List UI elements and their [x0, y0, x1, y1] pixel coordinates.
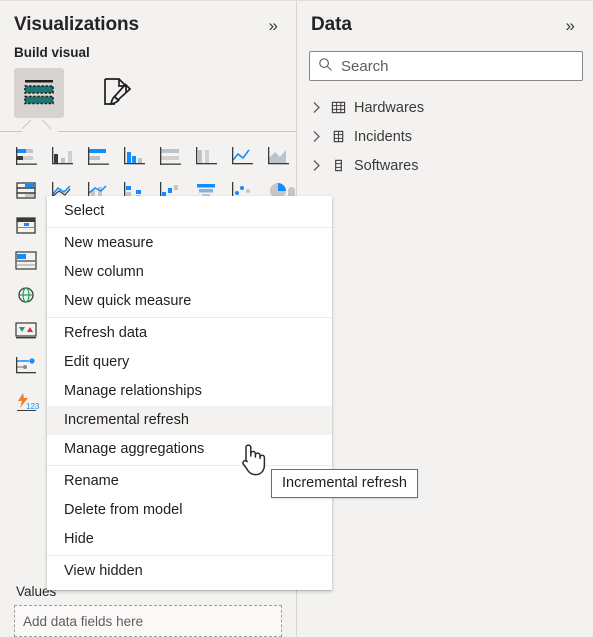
table-icon: [330, 100, 347, 115]
format-visual-tab[interactable]: [92, 68, 142, 118]
line-chart-icon[interactable]: [226, 140, 260, 172]
data-tables-tree: Hardwares Incidents Softwares: [297, 93, 593, 180]
menu-item-incremental-refresh[interactable]: Incremental refresh: [47, 406, 332, 435]
tree-item-label: Incidents: [354, 128, 413, 145]
chevron-right-icon[interactable]: [309, 159, 323, 172]
hundred-percent-stacked-column-chart-icon[interactable]: [190, 140, 224, 172]
menu-item-hide[interactable]: Hide: [47, 525, 332, 554]
decomposition-icon[interactable]: [10, 350, 44, 382]
hundred-percent-stacked-bar-chart-icon[interactable]: [154, 140, 188, 172]
build-visual-tab[interactable]: [14, 68, 64, 118]
clustered-bar-chart-icon[interactable]: [82, 140, 116, 172]
visual-mode-tabs: [0, 60, 296, 118]
menu-item-new-quick-measure[interactable]: New quick measure: [47, 287, 332, 316]
globe-map-icon[interactable]: [10, 280, 44, 312]
clustered-column-chart-icon[interactable]: [118, 140, 152, 172]
stacked-column-chart-icon[interactable]: [46, 140, 80, 172]
visual-type-row: [4, 138, 296, 173]
data-pane-title: Data: [311, 14, 352, 35]
menu-separator: [47, 465, 332, 466]
window-top-rule: [0, 0, 593, 1]
tree-item-softwares[interactable]: Softwares: [297, 151, 593, 180]
tree-item-label: Softwares: [354, 157, 419, 174]
dax-measure-icon[interactable]: 123: [10, 385, 44, 417]
page-title: Visualizations: [14, 14, 139, 35]
chevron-right-icon[interactable]: [309, 130, 323, 143]
menu-item-select[interactable]: Select: [47, 197, 332, 226]
menu-separator: [47, 227, 332, 228]
area-chart-icon[interactable]: [262, 140, 296, 172]
card-visual-icon[interactable]: [10, 245, 44, 277]
table-icon: [330, 129, 347, 144]
table-context-menu: Select New measure New column New quick mea…: [47, 196, 332, 590]
search-input[interactable]: Search: [309, 51, 583, 81]
stacked-bar-chart-icon[interactable]: [10, 140, 44, 172]
build-visual-label: Build visual: [14, 45, 90, 60]
svg-text:123: 123: [26, 402, 40, 411]
menu-item-manage-aggregations[interactable]: Manage aggregations: [47, 435, 332, 464]
menu-item-manage-relationships[interactable]: Manage relationships: [47, 377, 332, 406]
chevron-right-icon[interactable]: [309, 101, 323, 114]
data-pane: Data » Search Hardwares Incidents Softwa…: [297, 1, 593, 637]
chevron-double-right-icon[interactable]: »: [265, 15, 282, 36]
values-well-dropzone[interactable]: Add data fields here: [14, 605, 282, 637]
build-tab-indicator: [0, 120, 296, 132]
table-icon[interactable]: [10, 175, 44, 207]
tree-item-incidents[interactable]: Incidents: [297, 122, 593, 151]
menu-item-delete-from-model[interactable]: Delete from model: [47, 496, 332, 525]
menu-item-new-column[interactable]: New column: [47, 258, 332, 287]
kpi-arrows-icon[interactable]: [10, 315, 44, 347]
tree-item-label: Hardwares: [354, 99, 425, 116]
menu-separator: [47, 317, 332, 318]
menu-item-view-hidden[interactable]: View hidden: [47, 557, 332, 586]
visualizations-pane-header: Visualizations »: [0, 1, 296, 49]
data-pane-header: Data »: [297, 1, 593, 49]
paintbrush-page-icon: [100, 76, 134, 111]
matrix-icon[interactable]: [10, 210, 44, 242]
tree-item-hardwares[interactable]: Hardwares: [297, 93, 593, 122]
menu-separator: [47, 555, 332, 556]
menu-item-refresh-data[interactable]: Refresh data: [47, 319, 332, 348]
table-visual-icon: [22, 77, 56, 110]
search-placeholder: Search: [341, 57, 389, 75]
search-icon: [318, 57, 333, 75]
incremental-refresh-tooltip: Incremental refresh: [271, 469, 418, 498]
table-icon: [330, 158, 347, 173]
menu-item-edit-query[interactable]: Edit query: [47, 348, 332, 377]
menu-item-new-measure[interactable]: New measure: [47, 229, 332, 258]
chevron-double-right-icon[interactable]: »: [562, 15, 579, 36]
